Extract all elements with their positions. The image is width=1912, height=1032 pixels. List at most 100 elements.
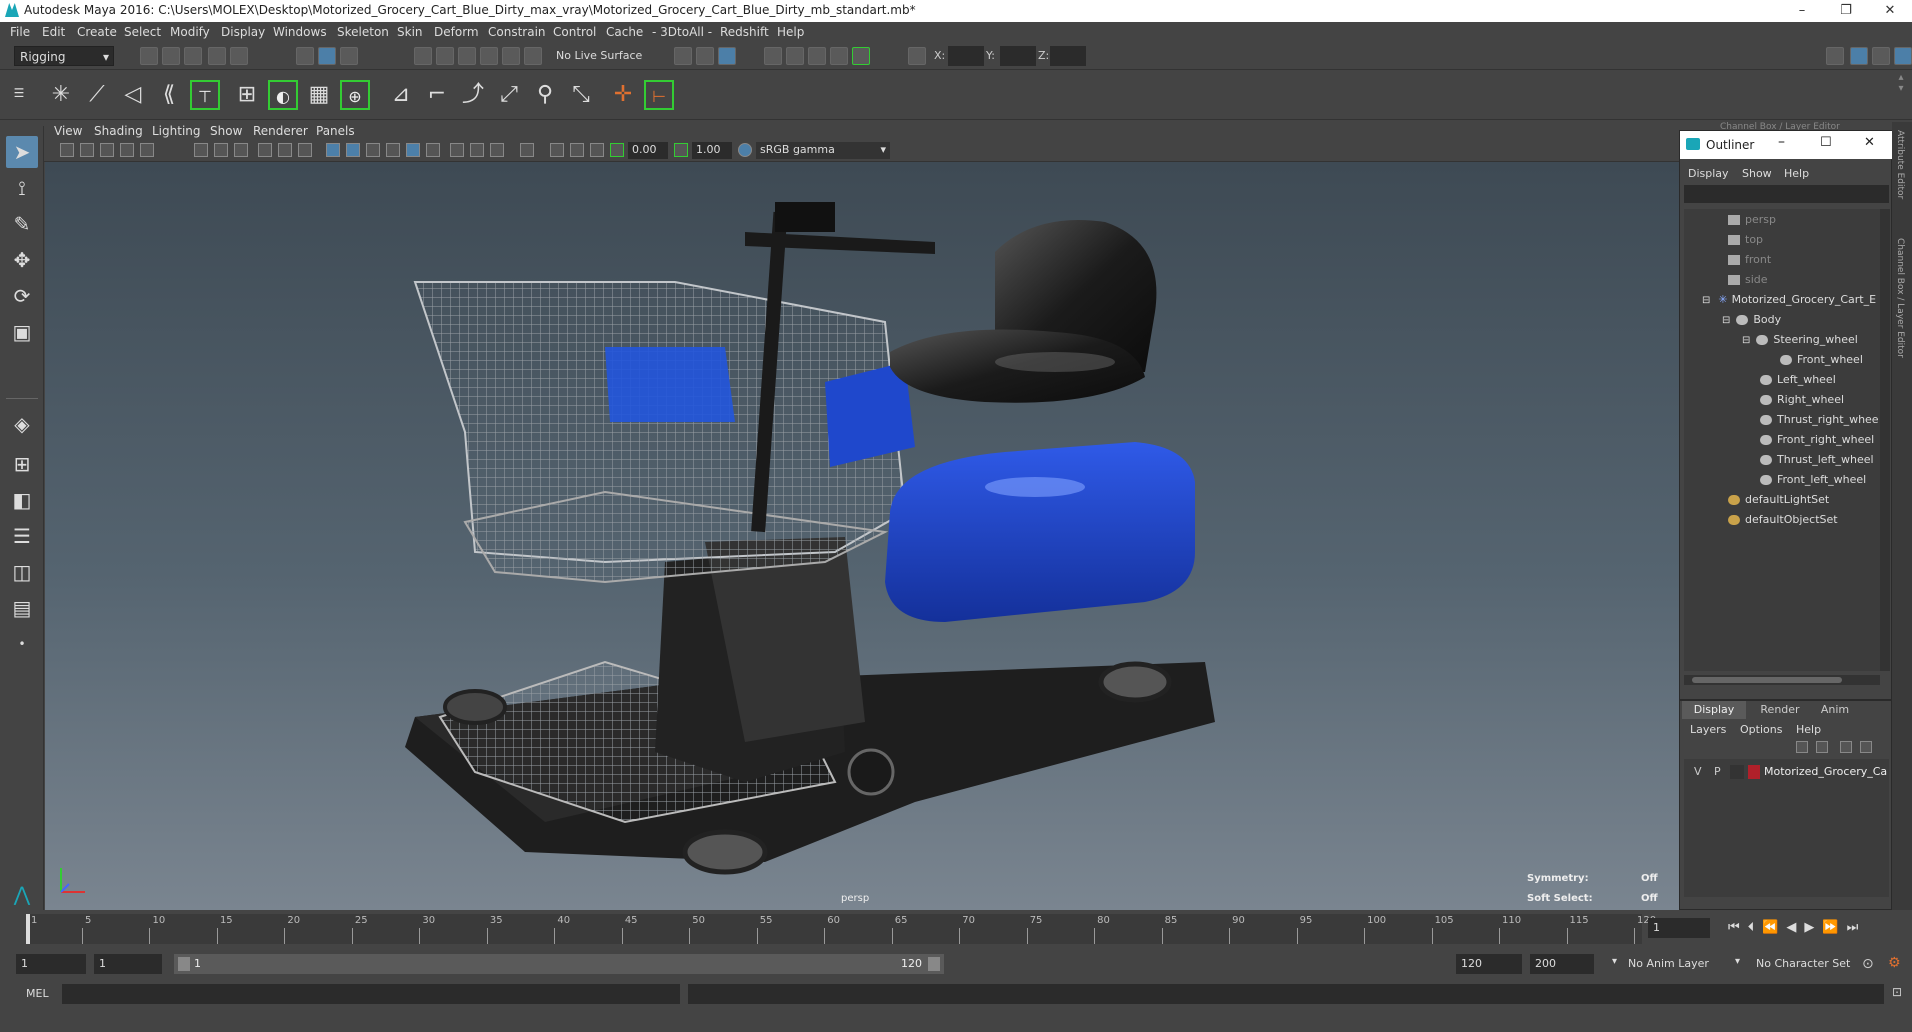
restore-button[interactable]: ❐ (1824, 0, 1868, 22)
more-layouts-icon[interactable]: • (6, 628, 38, 660)
outliner-item-persp[interactable]: persp (1728, 213, 1776, 226)
new-layer-selected-icon[interactable] (1860, 741, 1872, 753)
go-to-start-icon[interactable]: ⏮ (1728, 920, 1748, 935)
gamma-icon[interactable] (674, 143, 688, 157)
image-plane-icon[interactable] (120, 143, 134, 157)
playback-start-input[interactable]: 1 (94, 954, 162, 974)
outliner-item-default-light-set[interactable]: defaultLightSet (1728, 493, 1829, 506)
exposure-input[interactable]: 0.00 (628, 142, 668, 159)
move-layer-up-icon[interactable] (1796, 741, 1808, 753)
render-view-icon[interactable] (764, 47, 782, 65)
minimize-button[interactable]: – (1780, 0, 1824, 22)
graph-persp-icon[interactable]: ◫ (6, 556, 38, 588)
outliner-item-thrust-left-wheel[interactable]: Thrust_left_wheel (1760, 453, 1874, 466)
layer-tab-anim[interactable]: Anim (1810, 701, 1860, 719)
step-forward-key-icon[interactable]: ⏩ (1822, 920, 1846, 935)
render-frame-icon[interactable] (786, 47, 804, 65)
paint-select-icon[interactable]: ✎ (6, 208, 38, 240)
bookmark-icon[interactable] (100, 143, 114, 157)
menu-create[interactable]: Create (77, 25, 117, 39)
color-management-icon[interactable] (738, 143, 752, 157)
current-frame-input[interactable]: 1 (1648, 918, 1710, 938)
command-input[interactable] (62, 984, 680, 1004)
layer-display-type[interactable] (1730, 765, 1744, 779)
outliner-item-left-wheel[interactable]: Left_wheel (1760, 373, 1836, 386)
menu-skin[interactable]: Skin (397, 25, 423, 39)
textured-icon[interactable] (366, 143, 380, 157)
outliner-item-side[interactable]: side (1728, 273, 1768, 286)
outliner-menu-help[interactable]: Help (1784, 167, 1809, 180)
snap-view-icon[interactable] (480, 47, 498, 65)
outliner-persp-icon[interactable]: ☰ (6, 520, 38, 552)
layer-tab-render[interactable]: Render (1750, 701, 1810, 719)
field-chart-icon[interactable] (258, 143, 272, 157)
gate-mask-icon[interactable] (234, 143, 248, 157)
single-pane-icon[interactable]: ◈ (6, 408, 38, 440)
open-scene-icon[interactable] (162, 47, 180, 65)
ik-handle-icon[interactable]: ⟋ (82, 80, 112, 110)
parent-constraint-icon[interactable]: ⚲ (530, 80, 560, 110)
select-hierarchy-icon[interactable] (296, 47, 314, 65)
output-ops-icon[interactable] (696, 47, 714, 65)
attribute-editor-toggle-icon[interactable] (1850, 47, 1868, 65)
select-tool-icon[interactable]: ➤ (6, 136, 38, 168)
layer-menu-layers[interactable]: Layers (1690, 723, 1726, 736)
ik-spline-icon[interactable]: ◁ (118, 80, 148, 110)
live-surface-label[interactable]: No Live Surface (556, 49, 642, 62)
smooth-shade-icon[interactable] (346, 143, 360, 157)
layer-menu-options[interactable]: Options (1740, 723, 1782, 736)
character-set-dropdown[interactable]: No Character Set (1748, 954, 1872, 974)
joint-tool-icon[interactable]: ✳ (46, 80, 76, 110)
menu-windows[interactable]: Windows (273, 25, 327, 39)
outliner-search-input[interactable] (1684, 185, 1889, 203)
snap-curve-icon[interactable] (436, 47, 454, 65)
move-layer-down-icon[interactable] (1816, 741, 1828, 753)
outliner-close-button[interactable]: ✕ (1864, 135, 1875, 150)
menu-redshift[interactable]: Redshift (720, 25, 769, 39)
go-to-end-icon[interactable]: ⏭ (1847, 920, 1867, 935)
panel-menu-lighting[interactable]: Lighting (152, 124, 201, 138)
scale-tool-icon[interactable]: ▣ (6, 316, 38, 348)
outliner-item-front-right-wheel[interactable]: Front_right_wheel (1760, 433, 1874, 446)
outliner-menu-show[interactable]: Show (1742, 167, 1772, 180)
time-slider[interactable]: 1 5 10 15 20 25 30 35 40 45 50 55 60 65 70 75 80 85 90 95 10… (0, 910, 1912, 948)
menu-constrain[interactable]: Constrain (488, 25, 546, 39)
shelf-scroll-icon[interactable]: ▴ ▾ (1894, 72, 1908, 118)
anim-layer-dropdown[interactable]: ▾ No Anim Layer ▾ (1612, 954, 1740, 974)
x-input[interactable] (948, 46, 984, 66)
layer-menu-help[interactable]: Help (1796, 723, 1821, 736)
animation-start-input[interactable]: 1 (16, 954, 86, 974)
outliner-item-front-wheel[interactable]: Front_wheel (1780, 353, 1863, 366)
camera-attributes-icon[interactable] (80, 143, 94, 157)
new-scene-icon[interactable] (140, 47, 158, 65)
panel-menu-show[interactable]: Show (210, 124, 242, 138)
panel-menu-renderer[interactable]: Renderer (253, 124, 308, 138)
gamma-input[interactable]: 1.00 (692, 142, 732, 159)
motion-blur-icon[interactable] (450, 143, 464, 157)
scroll-thumb[interactable] (1692, 677, 1842, 683)
camera-select-icon[interactable] (60, 143, 74, 157)
animation-end-input[interactable]: 200 (1530, 954, 1594, 974)
outliner-item-front-left-wheel[interactable]: Front_left_wheel (1760, 473, 1866, 486)
outliner-tree[interactable]: persp top front side ⊟ ✳ Motorized_Grocery… (1684, 209, 1880, 671)
snap-point-icon[interactable] (458, 47, 476, 65)
menu-help[interactable]: Help (777, 25, 804, 39)
move-tool-icon[interactable]: ✥ (6, 244, 38, 276)
xray-joints-icon[interactable] (570, 143, 584, 157)
skin-bind-icon[interactable]: ⊤ (190, 80, 220, 110)
menu-3dtoall[interactable]: - 3DtoAll - (652, 25, 712, 39)
layer-name[interactable]: Motorized_Grocery_Ca (1764, 765, 1887, 778)
menu-edit[interactable]: Edit (42, 25, 65, 39)
pole-vector-icon[interactable]: ⤡ (566, 80, 596, 110)
wireframe-icon[interactable] (326, 143, 340, 157)
outliner-item-thrust-right-wheel[interactable]: Thrust_right_whee (1760, 413, 1879, 426)
panel-menu-panels[interactable]: Panels (316, 124, 355, 138)
playback-end-input[interactable]: 120 (1456, 954, 1522, 974)
orient-constraint-icon[interactable]: ⤴ (458, 80, 488, 110)
range-bar[interactable]: 1 120 (174, 954, 944, 974)
menu-display[interactable]: Display (221, 25, 265, 39)
shelf-menu-icon[interactable]: ☰ (10, 78, 28, 108)
outliner-menu-display[interactable]: Display (1688, 167, 1729, 180)
menu-select[interactable]: Select (124, 25, 161, 39)
perspective-viewport[interactable]: persp Symmetry: Off Soft Select: Off (45, 162, 1680, 910)
